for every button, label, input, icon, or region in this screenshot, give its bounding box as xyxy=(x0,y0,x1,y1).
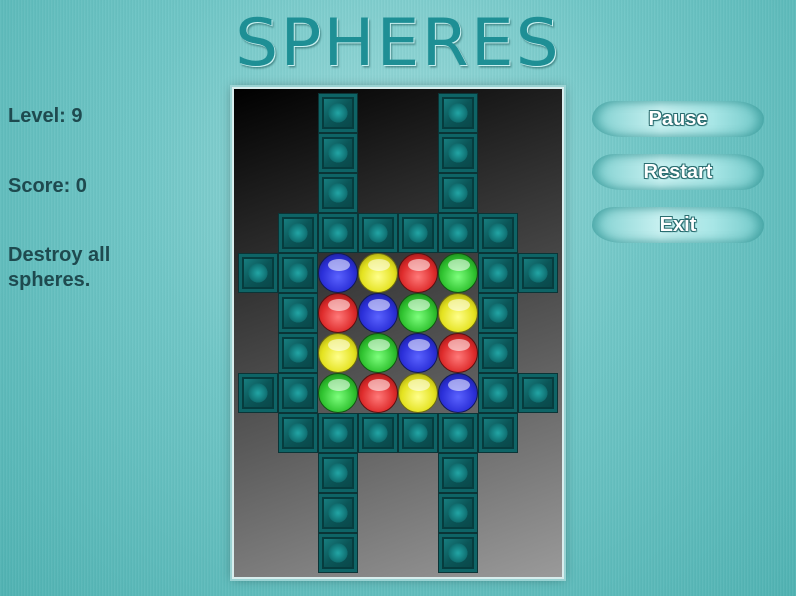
blue-sphere[interactable] xyxy=(398,333,438,373)
wall-tile xyxy=(478,413,518,453)
wall-tile xyxy=(478,253,518,293)
wall-tile xyxy=(278,373,318,413)
wall-tile xyxy=(278,413,318,453)
wall-tile xyxy=(318,213,358,253)
wall-tile xyxy=(518,253,558,293)
restart-button[interactable]: Restart xyxy=(592,154,764,190)
wall-tile xyxy=(438,173,478,213)
yellow-sphere[interactable] xyxy=(398,373,438,413)
yellow-sphere[interactable] xyxy=(318,333,358,373)
blue-sphere[interactable] xyxy=(358,293,398,333)
wall-tile xyxy=(318,413,358,453)
wall-tile xyxy=(438,493,478,533)
wall-tile xyxy=(478,213,518,253)
wall-tile xyxy=(358,213,398,253)
wall-tile xyxy=(278,253,318,293)
green-sphere[interactable] xyxy=(398,293,438,333)
wall-tile xyxy=(478,373,518,413)
score-label: Score: 0 xyxy=(8,175,87,197)
wall-tile xyxy=(318,93,358,133)
wall-tile xyxy=(278,333,318,373)
wall-tile xyxy=(478,293,518,333)
red-sphere[interactable] xyxy=(438,333,478,373)
wall-tile xyxy=(518,373,558,413)
wall-tile xyxy=(438,413,478,453)
wall-tile xyxy=(318,173,358,213)
wall-tile xyxy=(478,333,518,373)
wall-tile xyxy=(398,413,438,453)
wall-tile xyxy=(438,533,478,573)
wall-tile xyxy=(238,253,278,293)
red-sphere[interactable] xyxy=(358,373,398,413)
wall-tile xyxy=(438,213,478,253)
wall-tile xyxy=(438,93,478,133)
exit-button[interactable]: Exit xyxy=(592,207,764,243)
wall-tile xyxy=(318,493,358,533)
yellow-sphere[interactable] xyxy=(438,293,478,333)
wall-tile xyxy=(238,373,278,413)
level-label: Level: 9 xyxy=(8,105,83,127)
blue-sphere[interactable] xyxy=(438,373,478,413)
wall-tile xyxy=(318,453,358,493)
wall-tile xyxy=(278,293,318,333)
red-sphere[interactable] xyxy=(398,253,438,293)
green-sphere[interactable] xyxy=(318,373,358,413)
wall-tile xyxy=(438,453,478,493)
objective-text: Destroy all spheres. xyxy=(8,244,111,291)
game-title: SPHERES xyxy=(235,5,561,82)
green-sphere[interactable] xyxy=(438,253,478,293)
blue-sphere[interactable] xyxy=(318,253,358,293)
game-board[interactable] xyxy=(232,87,564,579)
green-sphere[interactable] xyxy=(358,333,398,373)
yellow-sphere[interactable] xyxy=(358,253,398,293)
wall-tile xyxy=(318,133,358,173)
wall-tile xyxy=(358,413,398,453)
pause-button[interactable]: Pause xyxy=(592,101,764,137)
wall-tile xyxy=(398,213,438,253)
wall-tile xyxy=(438,133,478,173)
wall-tile xyxy=(278,213,318,253)
wall-tile xyxy=(318,533,358,573)
red-sphere[interactable] xyxy=(318,293,358,333)
